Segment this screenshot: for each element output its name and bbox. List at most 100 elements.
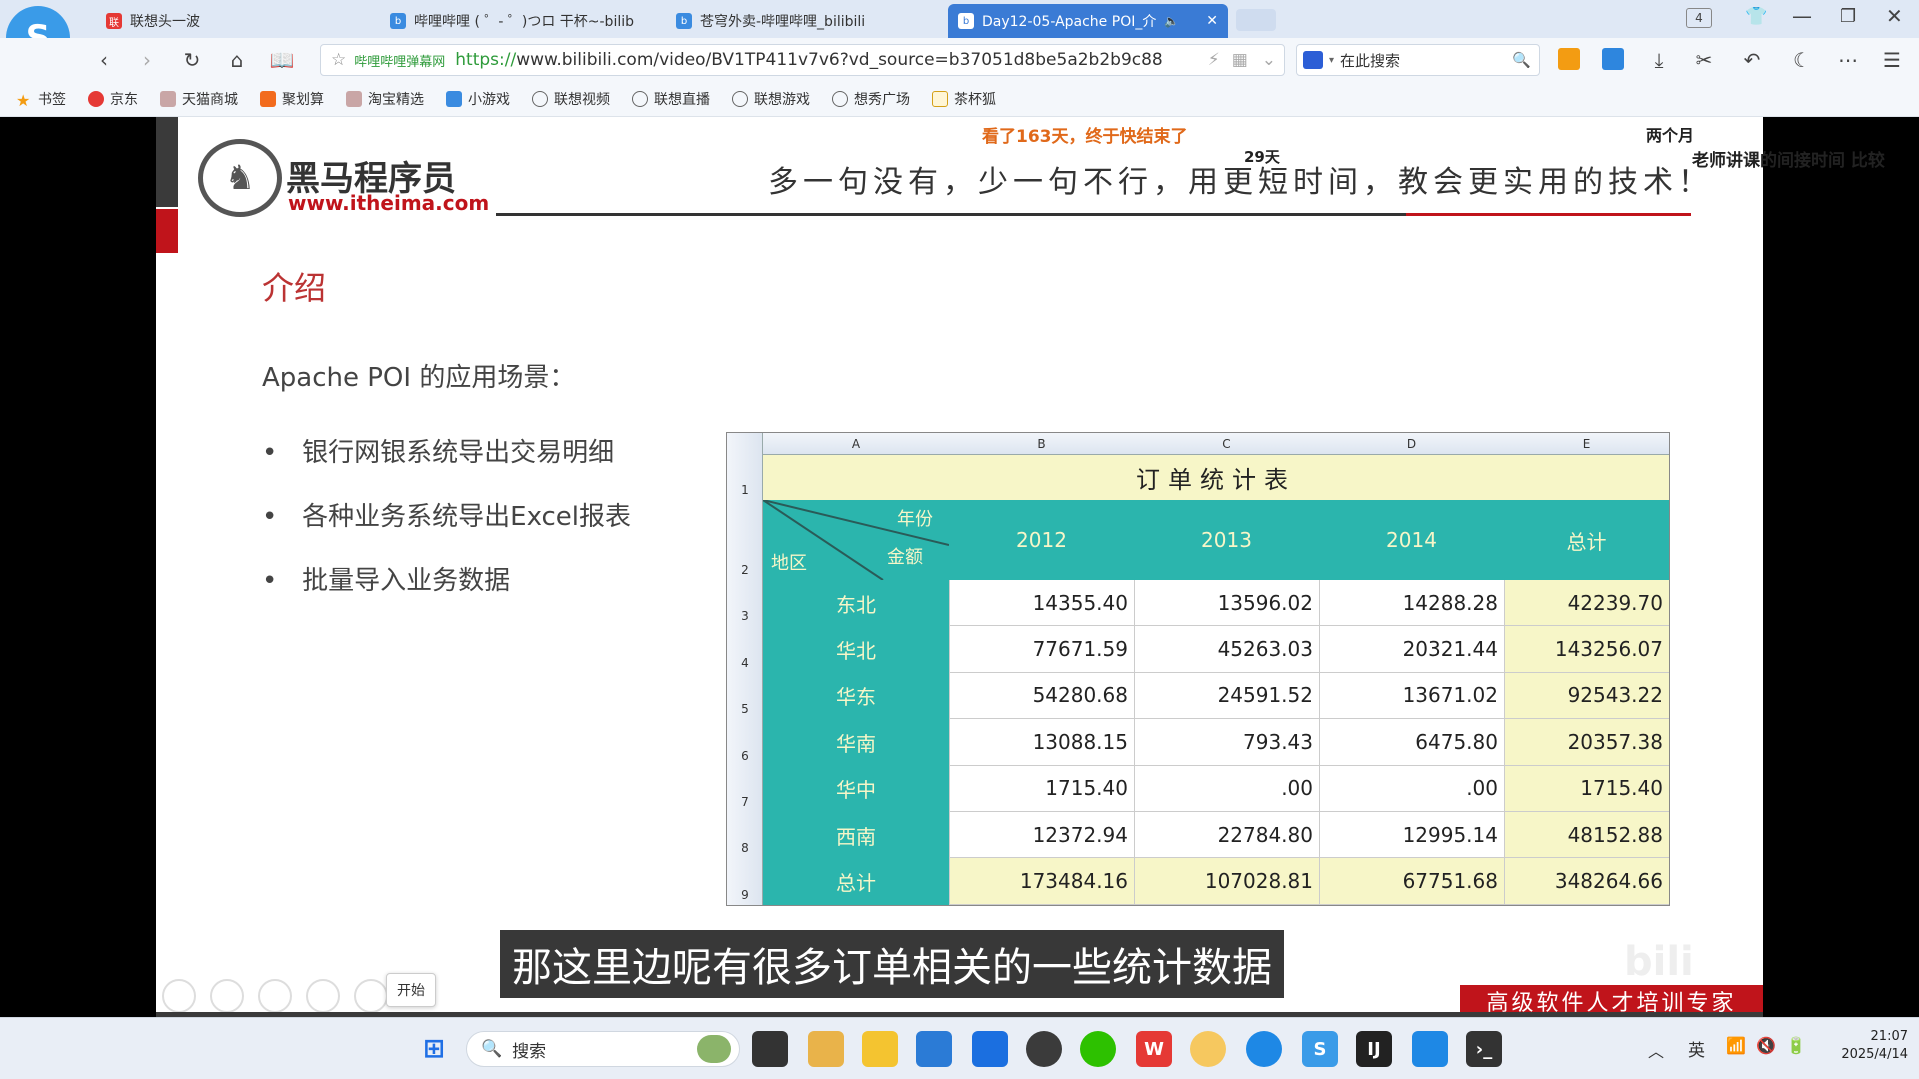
intellij-icon[interactable]: IJ [1356, 1031, 1392, 1067]
itheima-horse-logo: ♞ [198, 139, 282, 217]
back-icon[interactable]: ‹ [92, 48, 116, 72]
bookmark-item[interactable]: 茶杯狐 [932, 89, 996, 109]
globe-icon [732, 91, 748, 107]
tab-count[interactable]: 4 [1686, 8, 1712, 28]
value-cell: 1715.40 [949, 765, 1134, 812]
edge-icon[interactable] [1246, 1031, 1282, 1067]
diag-amount-label: 金额 [887, 547, 923, 568]
bookmark-item[interactable]: 联想游戏 [732, 89, 810, 109]
lightning-icon[interactable]: ⚡ [1202, 50, 1226, 70]
chevron-down-icon[interactable]: ⌄ [1254, 50, 1284, 70]
qr-icon[interactable]: ▦ [1226, 50, 1254, 70]
slide-heading: 介绍 [262, 269, 327, 307]
windows-start-icon[interactable]: ⊞ [416, 1031, 452, 1067]
value-cell: 13671.02 [1319, 672, 1504, 720]
close-window-icon[interactable]: ✕ [1886, 4, 1903, 28]
bookmark-item[interactable]: 聚划算 [260, 89, 324, 109]
address-bar[interactable]: ☆ 哔哩哔哩弹幕网 https:// www.bilibili.com/vide… [320, 44, 1285, 76]
tab-1[interactable]: b 哔哩哔哩 ( ゜- ゜)つロ 干杯~-bilib [380, 4, 650, 38]
clock[interactable]: 21:07 2025/4/14 [1828, 1028, 1908, 1064]
globe-icon [632, 91, 648, 107]
value-cell: 14288.28 [1319, 580, 1504, 627]
bookmark-item[interactable]: 天猫商城 [160, 89, 238, 109]
next-slide-icon[interactable] [210, 979, 244, 1013]
more-icon[interactable]: ⋯ [1836, 48, 1860, 72]
zoom-icon[interactable] [354, 979, 388, 1013]
chevron-up-icon[interactable]: ︿ [1648, 1038, 1664, 1062]
moon-icon[interactable]: ☾ [1790, 48, 1814, 72]
caret-down-icon[interactable]: ▾ [1329, 55, 1334, 66]
search-highlight-icon [697, 1035, 731, 1063]
value-cell: 173484.16 [949, 858, 1134, 905]
value-cell: 348264.66 [1504, 858, 1669, 905]
home-icon[interactable]: ⌂ [225, 48, 249, 72]
new-tab-button[interactable] [1236, 9, 1276, 31]
bookmark-item[interactable]: 淘宝精选 [346, 89, 424, 109]
diag-year-label: 年份 [897, 509, 933, 530]
battery-icon[interactable]: 🔋 [1786, 1036, 1806, 1055]
value-cell: 42239.70 [1504, 580, 1669, 627]
tab-0[interactable]: 联 联想头一波 [96, 4, 366, 38]
search-icon[interactable]: 🔍 [1512, 51, 1531, 69]
file-explorer-icon[interactable] [862, 1031, 898, 1067]
jd-icon [88, 91, 104, 107]
url-protocol: https:// [455, 50, 517, 70]
undo-icon[interactable]: ↶ [1740, 48, 1764, 72]
extension-orange-icon[interactable] [1558, 48, 1580, 70]
wechat-icon[interactable] [1080, 1031, 1116, 1067]
ime-indicator[interactable]: 英 [1688, 1036, 1705, 1061]
value-cell: 143256.07 [1504, 626, 1669, 673]
tab-2[interactable]: b 苍穹外卖-哔哩哔哩_bilibili [666, 4, 936, 38]
bookmark-item[interactable]: 小游戏 [446, 89, 510, 109]
task-view-icon[interactable] [752, 1031, 788, 1067]
store-icon[interactable] [916, 1031, 952, 1067]
volume-mute-icon[interactable]: 🔇 [1756, 1036, 1776, 1055]
grid-icon[interactable] [306, 979, 340, 1013]
pen-icon[interactable] [258, 979, 292, 1013]
bookmark-item[interactable]: 联想视频 [532, 89, 610, 109]
vscode-icon[interactable] [1412, 1031, 1448, 1067]
terminal-icon[interactable]: ›_ [1466, 1031, 1502, 1067]
region-cell: 华中 [763, 765, 949, 812]
widgets-icon[interactable] [808, 1031, 844, 1067]
close-tab-icon[interactable]: ✕ [1200, 13, 1218, 29]
browser-taskbar-icon[interactable]: S [1302, 1031, 1338, 1067]
bookmark-item[interactable]: 京东 [88, 89, 138, 109]
search-engine-icon[interactable] [1303, 51, 1323, 69]
star-icon[interactable]: ☆ [331, 50, 346, 70]
slide-side-accent [156, 209, 178, 253]
bookmark-item[interactable]: 联想直播 [632, 89, 710, 109]
restore-icon[interactable]: ❐ [1840, 6, 1856, 27]
reader-icon[interactable]: 📖 [270, 48, 295, 72]
search-box[interactable]: ▾ 在此搜索 🔍 [1296, 44, 1540, 76]
bilibili-icon: b [390, 13, 406, 29]
bookmark-item[interactable]: 想秀广场 [832, 89, 910, 109]
menu-icon[interactable]: ☰ [1880, 48, 1904, 72]
slide-subtitle: Apache POI 的应用场景： [262, 363, 576, 393]
tab-strip: 联 联想头一波 b 哔哩哔哩 ( ゜- ゜)つロ 干杯~-bilib b 苍穹外… [0, 0, 1919, 38]
forward-icon[interactable]: › [135, 48, 159, 72]
reload-icon[interactable]: ↻ [180, 48, 204, 72]
row-number: 6 [741, 748, 749, 763]
scissors-icon[interactable]: ✂ [1692, 48, 1716, 72]
prev-slide-icon[interactable] [162, 979, 196, 1013]
shirt-icon[interactable]: 👕 [1745, 6, 1767, 27]
tab-label: 苍穹外卖-哔哩哔哩_bilibili [700, 14, 866, 30]
extension-blue-icon[interactable] [1602, 48, 1624, 70]
taskbar-search[interactable]: 🔍 搜索 [466, 1031, 740, 1067]
row-number: 7 [741, 795, 749, 809]
lenovo-app-icon[interactable] [972, 1031, 1008, 1067]
wifi-icon[interactable]: 📶 [1726, 1036, 1746, 1055]
wps-icon[interactable]: W [1136, 1031, 1172, 1067]
speaker-icon[interactable]: 🔈 [1164, 14, 1179, 28]
taobao-icon [346, 91, 362, 107]
tab-3-active[interactable]: b Day12-05-Apache POI_介 🔈 ✕ [948, 4, 1228, 38]
minimize-icon[interactable]: — [1792, 4, 1812, 28]
qq-icon[interactable] [1026, 1031, 1062, 1067]
region-cell: 华南 [763, 719, 949, 766]
slide-controls [162, 979, 388, 1013]
download-icon[interactable]: ⤓ [1647, 48, 1671, 72]
bookmark-item[interactable]: ★ 书签 [16, 89, 66, 110]
slide-side-bar [156, 117, 178, 207]
paw-app-icon[interactable] [1190, 1031, 1226, 1067]
